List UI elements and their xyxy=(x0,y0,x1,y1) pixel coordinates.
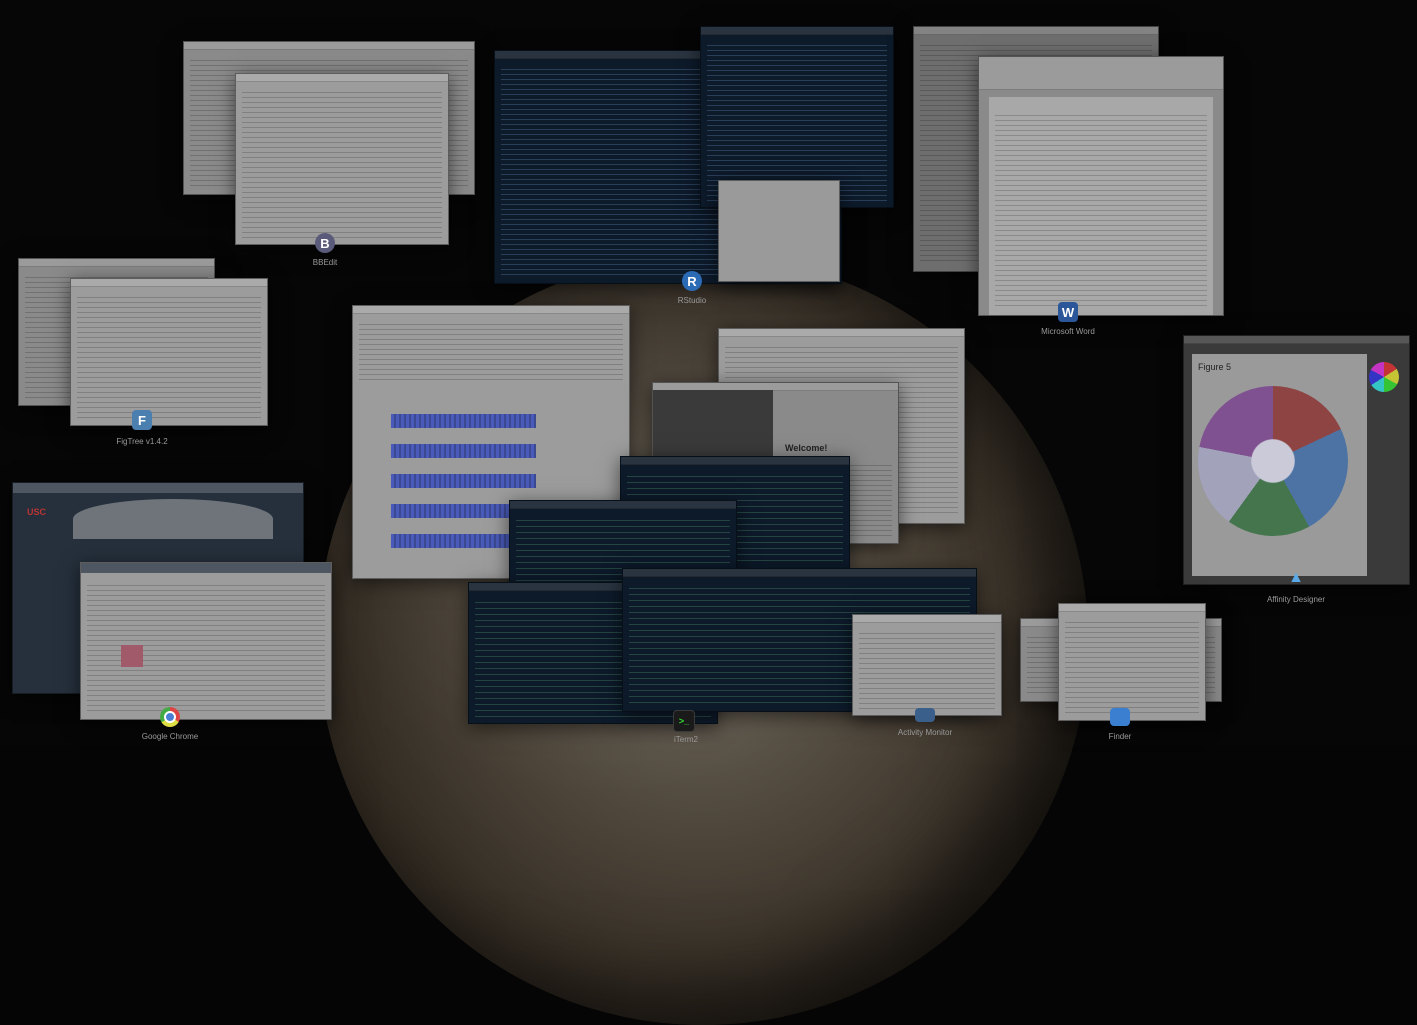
app-label-rstudio: RStudio xyxy=(677,296,707,305)
bbedit-window-front[interactable] xyxy=(235,73,449,245)
app-label-finder: Finder xyxy=(1108,732,1132,741)
finder-window-front[interactable] xyxy=(1058,603,1206,721)
finder-icon[interactable] xyxy=(1110,708,1130,726)
app-label-affinity-designer: Affinity Designer xyxy=(1266,595,1326,604)
app-label-iterm2: iTerm2 xyxy=(673,735,699,744)
app-label-activity-monitor: Activity Monitor xyxy=(897,728,953,737)
color-wheel-icon[interactable] xyxy=(1369,362,1399,392)
activity-monitor-window[interactable] xyxy=(852,614,1002,716)
affinity-designer-icon[interactable]: ▲ xyxy=(1286,568,1306,588)
chrome-icon[interactable] xyxy=(160,707,180,727)
circular-tree-figure xyxy=(1198,386,1348,536)
chrome-window-front[interactable] xyxy=(80,562,332,720)
app-label-bbedit: BBEdit xyxy=(312,258,338,267)
activity-monitor-icon[interactable] xyxy=(915,708,935,722)
terminal-icon[interactable]: >_ xyxy=(673,710,695,732)
chrome-site-label: USC xyxy=(27,507,47,517)
bbedit-icon[interactable]: B xyxy=(315,233,335,253)
figtree-window-front[interactable] xyxy=(70,278,268,426)
figtree-icon[interactable]: F xyxy=(132,410,152,430)
affinity-doc-title: Figure 5 xyxy=(1198,362,1232,372)
r-icon[interactable]: R xyxy=(682,271,702,291)
app-label-figtree: FigTree v1.4.2 xyxy=(116,437,168,446)
app-label-google-chrome: Google Chrome xyxy=(141,732,199,741)
word-window-front[interactable] xyxy=(978,56,1224,316)
app-label-microsoft-word: Microsoft Word xyxy=(1041,327,1095,336)
word-icon[interactable]: W xyxy=(1058,302,1078,322)
welcome-heading: Welcome! xyxy=(785,443,828,453)
rstudio-plot-pane[interactable] xyxy=(718,180,840,282)
